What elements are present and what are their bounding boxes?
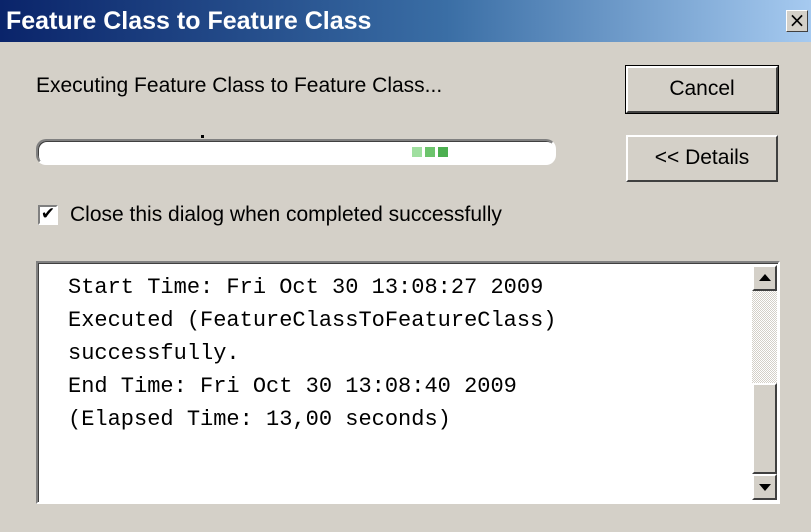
arrow-down-icon (759, 484, 771, 491)
scroll-thumb[interactable] (752, 383, 777, 474)
progress-chunks (412, 147, 448, 157)
arrow-up-icon (759, 274, 771, 281)
close-button[interactable]: × (786, 10, 808, 32)
scroll-down-button[interactable] (752, 474, 777, 500)
close-when-done-label[interactable]: Close this dialog when completed success… (70, 202, 502, 228)
log-text: Start Time: Fri Oct 30 13:08:27 2009 Exe… (68, 271, 748, 436)
log-line: Start Time: Fri Oct 30 13:08:27 2009 (68, 275, 544, 300)
cancel-button[interactable]: Cancel (625, 65, 779, 114)
log-line: (Elapsed Time: 13,00 seconds) (68, 407, 451, 432)
progress-chunk (412, 147, 422, 157)
progress-tick-mark (201, 135, 204, 138)
status-label: Executing Feature Class to Feature Class… (36, 74, 443, 97)
scroll-up-button[interactable] (752, 265, 777, 291)
close-when-done-checkbox[interactable]: ✔ (38, 205, 58, 225)
log-line: End Time: Fri Oct 30 13:08:40 2009 (68, 374, 517, 399)
checkmark-icon: ✔ (40, 204, 56, 224)
log-output[interactable]: Start Time: Fri Oct 30 13:08:27 2009 Exe… (36, 261, 780, 504)
details-button[interactable]: << Details (626, 135, 778, 182)
progress-chunk (425, 147, 435, 157)
progress-bar (36, 135, 556, 165)
log-scrollbar[interactable] (752, 265, 777, 500)
close-icon: × (788, 8, 806, 32)
title-bar[interactable]: Feature Class to Feature Class × (0, 0, 811, 42)
window-title: Feature Class to Feature Class (6, 7, 372, 35)
progress-chunk (438, 147, 448, 157)
log-line: Executed (FeatureClassToFeatureClass) (68, 308, 557, 333)
log-line: successfully. (68, 341, 240, 366)
feature-class-dialog: Feature Class to Feature Class × Executi… (0, 0, 811, 532)
